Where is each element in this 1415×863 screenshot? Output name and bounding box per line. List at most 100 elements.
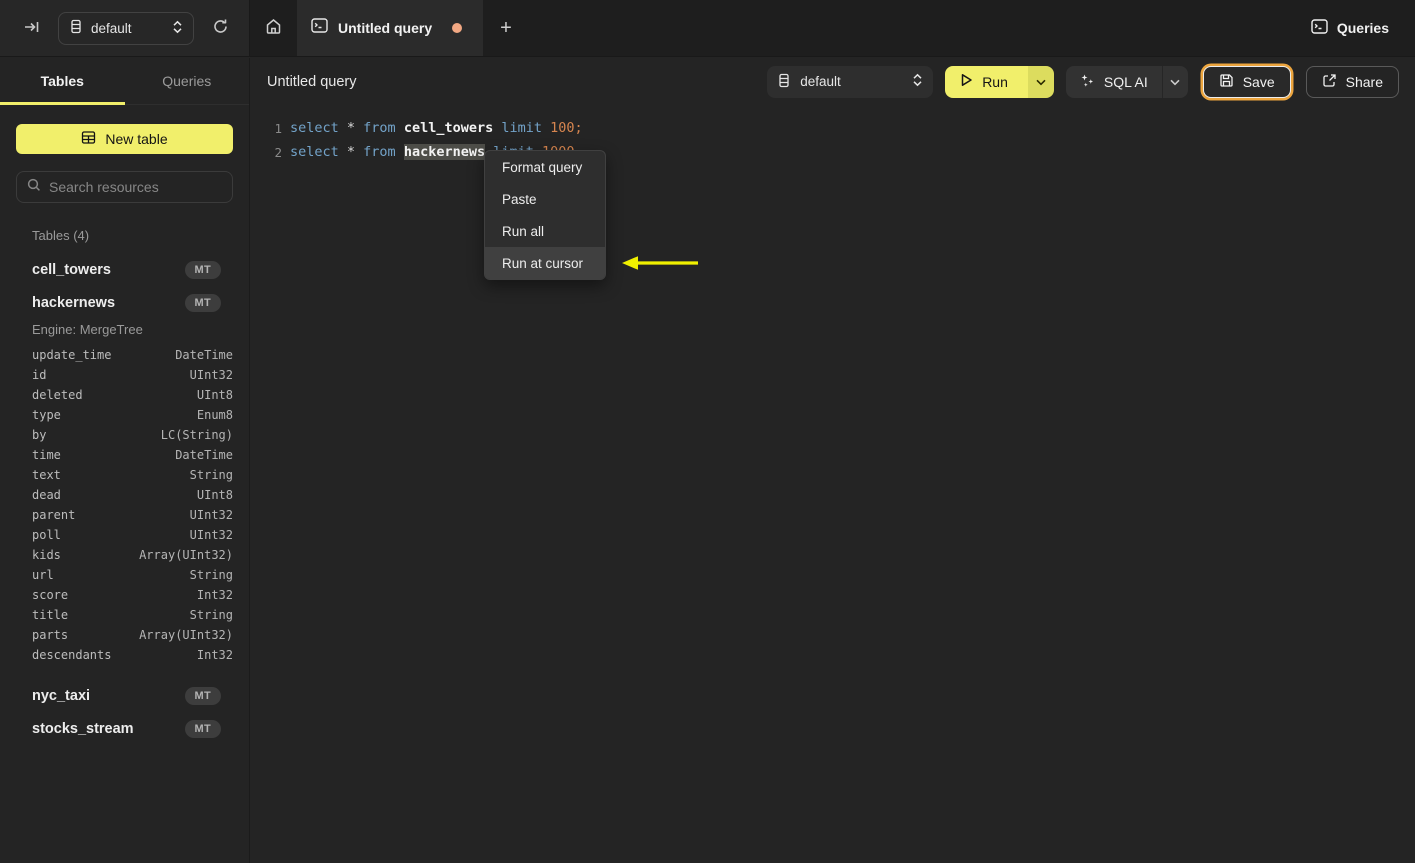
menu-item-run-all[interactable]: Run all (485, 215, 605, 247)
tab-strip: Untitled query + (250, 0, 529, 56)
column-name: text (32, 468, 61, 482)
database-icon (777, 73, 791, 91)
column-type: DateTime (175, 448, 233, 462)
column-type: UInt8 (196, 388, 233, 402)
column-type: UInt32 (189, 508, 233, 522)
refresh-button[interactable] (208, 14, 233, 42)
engine-badge: MT (184, 686, 221, 705)
menu-item-format-query[interactable]: Format query (485, 151, 605, 183)
query-toolbar: Untitled query default Run SQL AI Save S… (250, 58, 1415, 105)
table-name: cell_towers (32, 261, 111, 278)
sql-editor[interactable]: 1 select * from cell_towers limit 100; 2… (250, 105, 1415, 863)
collapse-sidebar-button[interactable] (20, 15, 44, 42)
table-name: nyc_taxi (32, 687, 91, 704)
engine-badge: MT (184, 719, 221, 738)
column-row: title String (32, 605, 233, 625)
column-name: update_time (32, 348, 112, 362)
search-icon (27, 178, 41, 197)
topbar-database-value: default (91, 20, 132, 36)
code-text: select * from cell_towers limit 100; (290, 120, 583, 136)
topbar: default Untitled query + Queries (0, 0, 1415, 57)
tab-untitled-query[interactable]: Untitled query (297, 0, 483, 56)
run-options-caret[interactable] (1027, 65, 1054, 98)
column-name: parent (32, 508, 76, 522)
sidebar-tab-queries-label: Queries (162, 73, 212, 89)
table-grid-icon (81, 130, 96, 148)
menu-item-paste[interactable]: Paste (485, 183, 605, 215)
column-row: kids Array(UInt32) (32, 545, 233, 565)
save-button[interactable]: Save (1202, 65, 1291, 98)
column-name: url (32, 568, 54, 582)
column-row: url String (32, 565, 233, 585)
query-title: Untitled query (267, 73, 357, 90)
column-type: String (189, 608, 233, 622)
column-name: dead (32, 488, 61, 502)
column-name: descendants (32, 648, 112, 662)
column-name: type (32, 408, 61, 422)
save-button-label: Save (1242, 73, 1275, 90)
column-name: poll (32, 528, 61, 542)
sidebar-tab-queries[interactable]: Queries (125, 58, 250, 104)
toolbar-database-value: default (800, 74, 841, 89)
updown-chevrons-icon (172, 20, 183, 37)
line-number: 2 (274, 144, 282, 160)
table-row-cell-towers[interactable]: cell_towers MT (0, 253, 249, 286)
column-type: Array(UInt32) (139, 548, 233, 562)
main-area: Untitled query default Run SQL AI Save S… (250, 58, 1415, 863)
search-resources-input[interactable] (49, 179, 222, 195)
queries-button[interactable]: Queries (1311, 19, 1389, 37)
new-table-button[interactable]: New table (16, 124, 233, 154)
home-button[interactable] (250, 0, 297, 56)
table-row-stocks-stream[interactable]: stocks_stream MT (0, 712, 249, 745)
new-table-button-label: New table (105, 131, 168, 147)
engine-info: Engine: MergeTree (32, 322, 143, 337)
column-name: time (32, 448, 61, 462)
column-type: DateTime (175, 348, 233, 362)
run-button[interactable]: Run (945, 65, 1028, 98)
terminal-icon (1311, 19, 1328, 37)
updown-chevrons-icon (912, 73, 923, 90)
line-number: 1 (274, 120, 282, 136)
new-tab-button[interactable]: + (483, 0, 529, 56)
sql-ai-caret[interactable] (1161, 65, 1188, 98)
database-icon (69, 19, 83, 37)
share-button[interactable]: Share (1305, 65, 1399, 98)
share-button-label: Share (1345, 73, 1383, 90)
sql-ai-split-button: SQL AI (1065, 65, 1188, 98)
hackernews-column-list: update_time DateTime id UInt32 deleted UInt… (0, 345, 249, 665)
save-icon (1219, 73, 1234, 91)
table-name: hackernews (32, 294, 116, 311)
sql-ai-button[interactable]: SQL AI (1065, 65, 1162, 98)
editor-line-2: 2 select * from hackernews limit 1000 (250, 140, 1415, 164)
terminal-icon (311, 18, 328, 38)
table-name: stocks_stream (32, 720, 134, 737)
topbar-database-selector[interactable]: default (58, 11, 194, 45)
engine-badge: MT (184, 260, 221, 279)
column-row: by LC(String) (32, 425, 233, 445)
run-split-button: Run (945, 65, 1054, 98)
column-type: Enum8 (196, 408, 233, 422)
menu-item-run-at-cursor[interactable]: Run at cursor (485, 247, 605, 279)
column-type: UInt8 (196, 488, 233, 502)
column-row: parts Array(UInt32) (32, 625, 233, 645)
selected-text: hackernews (403, 144, 486, 160)
column-type: LC(String) (160, 428, 233, 442)
editor-context-menu: Format query Paste Run all Run at cursor (484, 150, 606, 280)
column-row: deleted UInt8 (32, 385, 233, 405)
home-icon (265, 18, 282, 38)
column-row: type Enum8 (32, 405, 233, 425)
sidebar: Tables Queries New table Tables (4) (0, 58, 250, 863)
search-resources-box (16, 171, 233, 203)
table-row-hackernews[interactable]: hackernews MT (0, 286, 249, 319)
column-row: update_time DateTime (32, 345, 233, 365)
column-name: id (32, 368, 47, 382)
toolbar-database-selector[interactable]: default (767, 65, 934, 98)
sidebar-tabs: Tables Queries (0, 58, 249, 105)
column-name: title (32, 608, 69, 622)
sidebar-tab-tables[interactable]: Tables (0, 58, 125, 105)
column-name: score (32, 588, 69, 602)
sidebar-tab-tables-label: Tables (40, 73, 84, 89)
table-row-nyc-taxi[interactable]: nyc_taxi MT (0, 679, 249, 712)
sparkles-icon (1080, 73, 1095, 91)
collapse-sidebar-icon (24, 19, 40, 38)
